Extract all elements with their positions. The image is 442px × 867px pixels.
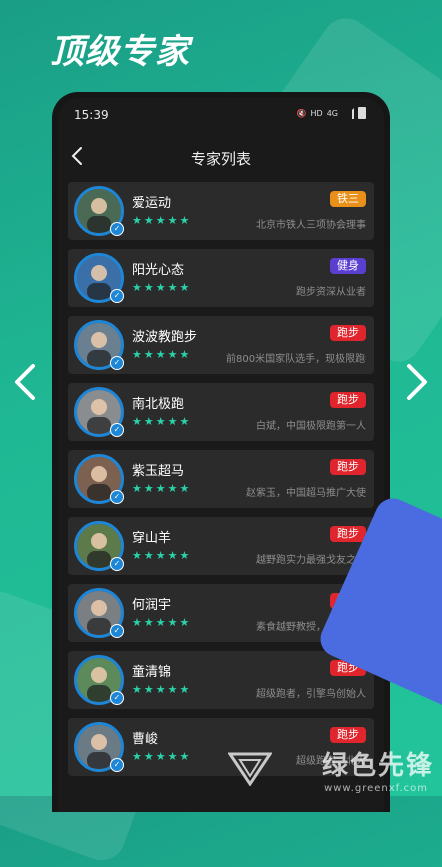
rating-stars: ★★★★★: [132, 214, 192, 227]
expert-name: 童清锦: [132, 665, 172, 680]
next-arrow-icon[interactable]: [400, 362, 434, 402]
avatar[interactable]: ✓: [74, 722, 124, 772]
page-title: 专家列表: [190, 150, 251, 168]
expert-description: 超级跑者，引擎鸟创始人: [256, 689, 366, 700]
verified-badge-icon: ✓: [110, 423, 124, 437]
expert-card[interactable]: ✓ 阳光心态 ★★★★★ 健身跑步资深从业者: [68, 249, 374, 307]
expert-description: 赵紫玉，中国超马推广大使: [246, 488, 366, 499]
watermark-url: www.greenxf.com: [324, 783, 428, 794]
promo-title: 顶级专家: [50, 32, 190, 72]
category-tag: 跑步: [330, 727, 366, 743]
avatar[interactable]: ✓: [74, 186, 124, 236]
status-time: 15:39: [74, 108, 109, 122]
avatar[interactable]: ✓: [74, 454, 124, 504]
rating-stars: ★★★★★: [132, 616, 192, 629]
expert-name: 波波教跑步: [132, 330, 198, 345]
phone-frame: 15:39 🔇 HD 4G 专家列表 ✓ 爱运动 ★★★★★ 铁三北京市铁人三项协会理…: [52, 92, 390, 812]
expert-card[interactable]: ✓ 穿山羊 ★★★★★ 跑步越野跑实力最强戈友之一: [68, 517, 374, 575]
status-bar: 15:39 🔇 HD 4G: [58, 98, 384, 128]
expert-name: 南北极跑: [132, 397, 185, 412]
rating-stars: ★★★★★: [132, 750, 192, 763]
rating-stars: ★★★★★: [132, 482, 192, 495]
wifi-signal-icon: [342, 107, 354, 119]
app-screen: 15:39 🔇 HD 4G 专家列表 ✓ 爱运动 ★★★★★ 铁三北京市铁人三项协会理…: [58, 98, 384, 812]
rating-stars: ★★★★★: [132, 415, 192, 428]
expert-card[interactable]: ✓ 南北极跑 ★★★★★ 跑步白斌，中国极限跑第一人: [68, 383, 374, 441]
page-header: 专家列表: [58, 138, 384, 174]
expert-card[interactable]: ✓ 爱运动 ★★★★★ 铁三北京市铁人三项协会理事: [68, 182, 374, 240]
expert-card[interactable]: ✓ 童清锦 ★★★★★ 跑步 超级跑者，引擎鸟创始人: [68, 651, 374, 709]
mute-icon: 🔇: [296, 108, 307, 118]
verified-badge-icon: ✓: [110, 222, 124, 236]
expert-name: 何润宇: [132, 598, 172, 613]
expert-name: 曹峻: [132, 732, 159, 747]
4g-signal-icon: 4G: [326, 108, 338, 118]
watermark-logo-icon: [228, 752, 272, 786]
verified-badge-icon: ✓: [110, 624, 124, 638]
watermark-text: 绿色先锋: [321, 751, 434, 781]
category-tag: 健身: [330, 258, 366, 274]
avatar[interactable]: ✓: [74, 253, 124, 303]
expert-description: 白斌，中国极限跑第一人: [256, 421, 366, 432]
expert-name: 紫玉超马: [132, 464, 185, 479]
avatar[interactable]: ✓: [74, 387, 124, 437]
category-tag: 跑步: [330, 392, 366, 408]
category-tag: 跑步: [330, 526, 366, 542]
rating-stars: ★★★★★: [132, 348, 192, 361]
avatar[interactable]: ✓: [74, 655, 124, 705]
expert-description: 跑步资深从业者: [296, 287, 366, 298]
prev-arrow-icon[interactable]: [8, 362, 42, 402]
category-tag: 跑步: [330, 459, 366, 475]
verified-badge-icon: ✓: [110, 356, 124, 370]
status-icons: 🔇 HD 4G: [297, 107, 366, 119]
rating-stars: ★★★★★: [132, 281, 192, 294]
verified-badge-icon: ✓: [110, 557, 124, 571]
expert-description: 前800米国家队选手，现极限跑者: [226, 354, 366, 365]
expert-name: 穿山羊: [132, 531, 172, 546]
verified-badge-icon: ✓: [110, 691, 124, 705]
category-tag: 跑步: [330, 325, 366, 341]
expert-description: 越野跑实力最强戈友之一: [256, 555, 366, 566]
expert-name: 阳光心态: [132, 263, 185, 278]
avatar[interactable]: ✓: [74, 320, 124, 370]
expert-name: 爱运动: [132, 196, 172, 211]
rating-stars: ★★★★★: [132, 683, 192, 696]
category-tag: 铁三: [330, 191, 366, 207]
expert-list: ✓ 爱运动 ★★★★★ 铁三北京市铁人三项协会理事 ✓ 阳光心态 ★★★★★ 健身跑步资深从业…: [68, 182, 374, 785]
expert-description: 北京市铁人三项协会理事: [256, 220, 366, 231]
expert-card[interactable]: ✓ 紫玉超马 ★★★★★ 跑步赵紫玉，中国超马推广大使: [68, 450, 374, 508]
expert-card[interactable]: ✓ 波波教跑步 ★★★★★ 跑步前800米国家队选手，现极限跑者: [68, 316, 374, 374]
hd-icon: HD: [310, 108, 323, 118]
avatar[interactable]: ✓: [74, 588, 124, 638]
rating-stars: ★★★★★: [132, 549, 192, 562]
verified-badge-icon: ✓: [110, 758, 124, 772]
verified-badge-icon: ✓: [110, 289, 124, 303]
battery-icon: [358, 107, 366, 119]
verified-badge-icon: ✓: [110, 490, 124, 504]
avatar[interactable]: ✓: [74, 521, 124, 571]
